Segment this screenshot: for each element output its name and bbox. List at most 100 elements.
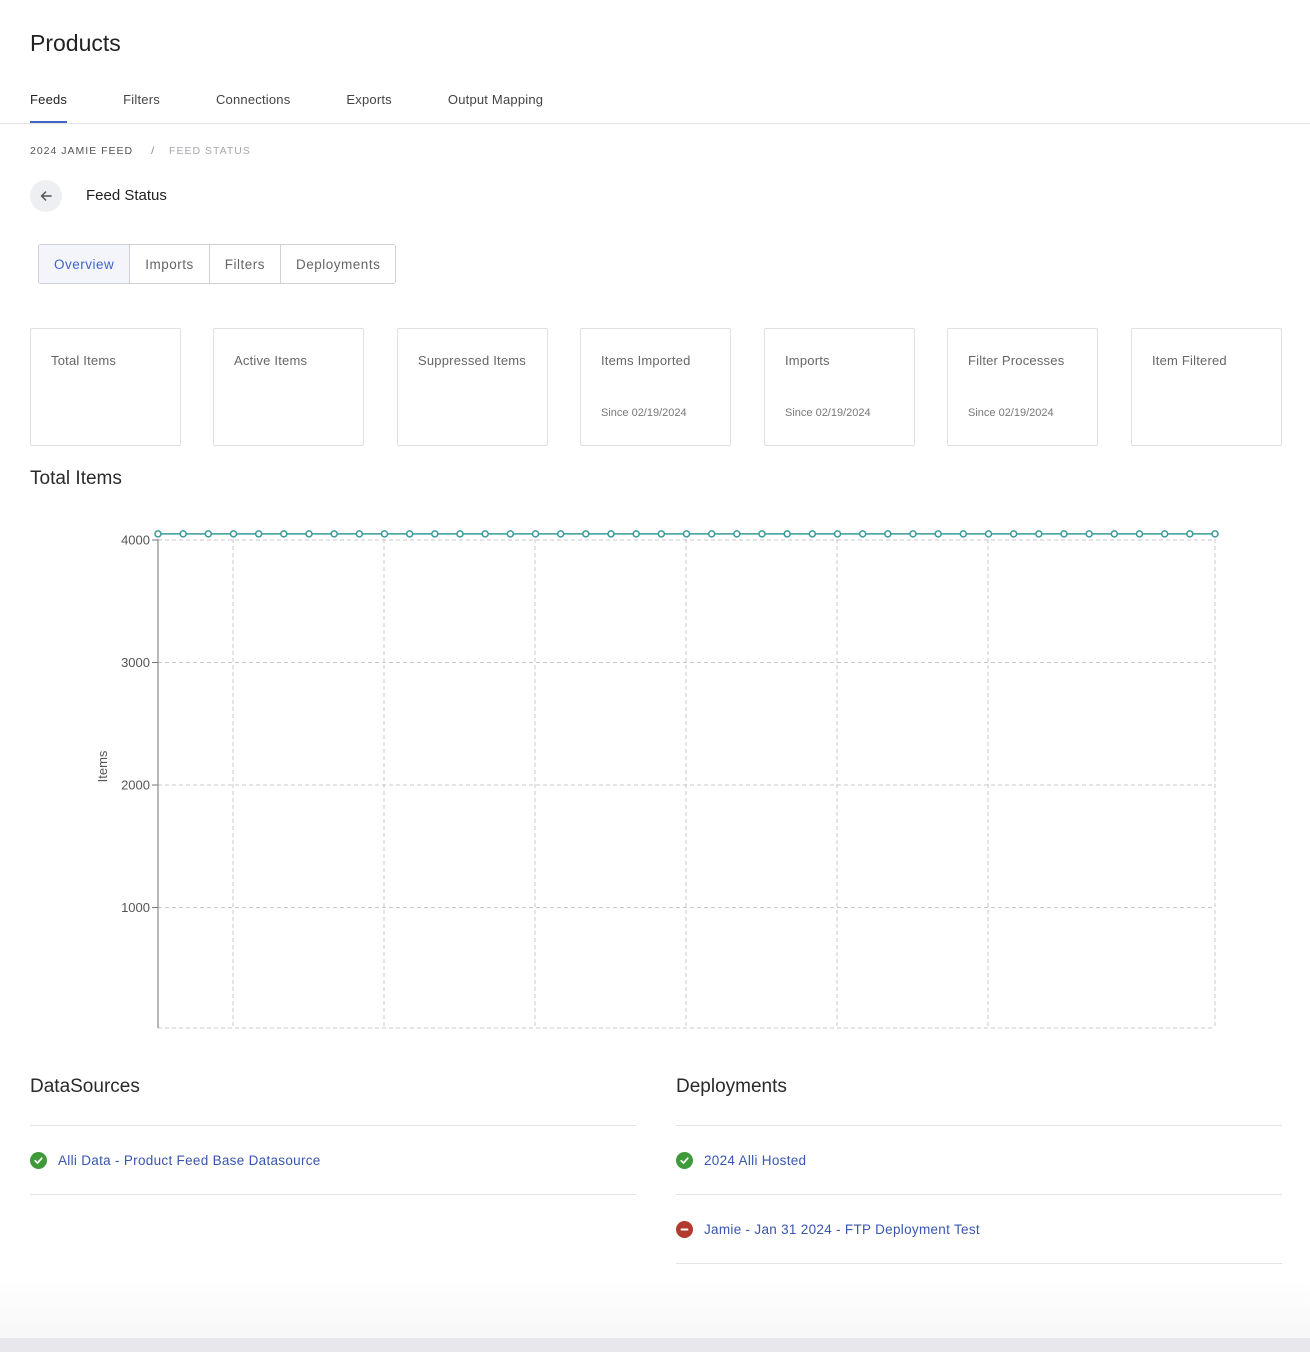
datasources-list: Alli Data - Product Feed Base Datasource <box>30 1125 636 1195</box>
stat-card-active-items: Active Items <box>213 328 364 446</box>
page-bottom <box>0 1280 1310 1338</box>
data-point <box>481 530 489 538</box>
deployment-link[interactable]: 2024 Alli Hosted <box>704 1153 806 1168</box>
data-point <box>682 530 691 538</box>
tab-output-mapping[interactable]: Output Mapping <box>448 92 543 123</box>
stat-card-suppressed-items: Suppressed Items <box>397 328 548 446</box>
deployment-link[interactable]: Jamie - Jan 31 2024 - FTP Deployment Tes… <box>704 1222 980 1237</box>
data-point <box>909 530 917 538</box>
data-point <box>456 530 464 538</box>
data-point <box>1135 530 1144 538</box>
data-point <box>1035 530 1043 538</box>
stat-card-items-imported: Items Imported Since 02/19/2024 <box>580 328 731 446</box>
stat-label: Filter Processes <box>968 353 1065 368</box>
stat-card-total-items: Total Items <box>30 328 181 446</box>
chart-title: Total Items <box>30 468 122 489</box>
data-point <box>733 530 741 538</box>
data-point <box>280 530 288 538</box>
tab-exports[interactable]: Exports <box>346 92 391 123</box>
data-point <box>833 530 842 538</box>
tab-connections[interactable]: Connections <box>216 92 290 123</box>
stat-label: Imports <box>785 353 830 368</box>
tabs-divider <box>0 123 1310 124</box>
data-point <box>1085 530 1093 538</box>
data-point <box>783 530 791 538</box>
data-point <box>1110 530 1119 538</box>
data-point <box>531 530 540 538</box>
list-item: Alli Data - Product Feed Base Datasource <box>30 1126 636 1195</box>
data-point <box>632 530 640 538</box>
stat-label: Item Filtered <box>1152 353 1227 368</box>
subtab-filters[interactable]: Filters <box>210 245 282 283</box>
data-point <box>884 530 892 538</box>
stat-card-imports: Imports Since 02/19/2024 <box>764 328 915 446</box>
arrow-left-icon <box>40 191 52 201</box>
breadcrumb: 2024 JAMIE FEED / FEED STATUS <box>30 145 251 157</box>
breadcrumb-current: FEED STATUS <box>169 145 251 157</box>
check-icon <box>676 1151 693 1169</box>
back-button[interactable] <box>30 180 62 212</box>
stat-since: Since 02/19/2024 <box>601 407 687 419</box>
y-axis-label: Items <box>95 750 110 782</box>
breadcrumb-parent[interactable]: 2024 JAMIE FEED <box>30 145 133 157</box>
data-point <box>556 530 565 538</box>
data-point <box>254 530 263 538</box>
data-point <box>204 530 213 538</box>
data-point <box>229 530 238 538</box>
data-point <box>582 530 590 538</box>
feed-status-title: Feed Status <box>86 187 167 204</box>
check-icon <box>30 1151 47 1169</box>
data-point <box>179 530 187 538</box>
minus-icon <box>676 1220 693 1238</box>
data-point <box>380 530 389 538</box>
data-point <box>1009 530 1018 538</box>
data-point <box>758 530 766 538</box>
data-point <box>1186 530 1194 538</box>
data-point <box>330 530 338 538</box>
data-point <box>1211 530 1219 538</box>
stat-label: Active Items <box>234 353 308 368</box>
data-point <box>405 530 414 538</box>
page: Products Feeds Filters Connections Expor… <box>0 0 1310 1338</box>
stat-card-item-filtered: Item Filtered <box>1131 328 1282 446</box>
data-point <box>154 530 162 538</box>
stat-label: Total Items <box>51 353 117 368</box>
stat-since: Since 02/19/2024 <box>785 407 871 419</box>
data-point <box>858 530 867 538</box>
data-point <box>355 530 364 538</box>
data-point <box>1160 530 1169 538</box>
data-point <box>305 530 313 538</box>
y-tick-label: 2000 <box>121 778 150 793</box>
list-item: Jamie - Jan 31 2024 - FTP Deployment Tes… <box>676 1195 1282 1264</box>
page-title: Products <box>30 30 121 56</box>
y-tick-label: 1000 <box>121 900 150 915</box>
top-tabs: Feeds Filters Connections Exports Output… <box>30 92 599 124</box>
stat-label: Suppressed Items <box>418 353 526 368</box>
tab-feeds[interactable]: Feeds <box>30 92 68 123</box>
y-tick-label: 4000 <box>121 533 150 548</box>
data-point <box>808 530 817 538</box>
list-item: 2024 Alli Hosted <box>676 1126 1282 1195</box>
data-point <box>1060 530 1068 538</box>
stat-card-filter-processes: Filter Processes Since 02/19/2024 <box>947 328 1098 446</box>
data-point <box>984 530 993 538</box>
datasources-title: DataSources <box>30 1076 140 1097</box>
tab-filters[interactable]: Filters <box>123 92 160 123</box>
sub-tabs: Overview Imports Filters Deployments <box>38 244 397 284</box>
data-point <box>959 530 968 538</box>
datasource-link[interactable]: Alli Data - Product Feed Base Datasource <box>58 1153 321 1168</box>
subtab-overview[interactable]: Overview <box>39 245 131 283</box>
data-point <box>506 530 515 538</box>
subtab-deployments[interactable]: Deployments <box>281 245 395 283</box>
subtab-imports[interactable]: Imports <box>130 245 210 283</box>
deployments-list: 2024 Alli Hosted Jamie - Jan 31 2024 - F… <box>676 1125 1282 1264</box>
data-point <box>934 530 942 538</box>
data-point <box>431 530 439 538</box>
breadcrumb-separator: / <box>151 145 156 157</box>
stat-since: Since 02/19/2024 <box>968 407 1054 419</box>
stat-label: Items Imported <box>601 353 691 368</box>
data-point <box>657 530 666 538</box>
data-point <box>707 530 716 538</box>
total-items-chart: 1000 2000 3000 4000 Items <box>95 530 1219 1029</box>
data-point <box>607 530 615 538</box>
